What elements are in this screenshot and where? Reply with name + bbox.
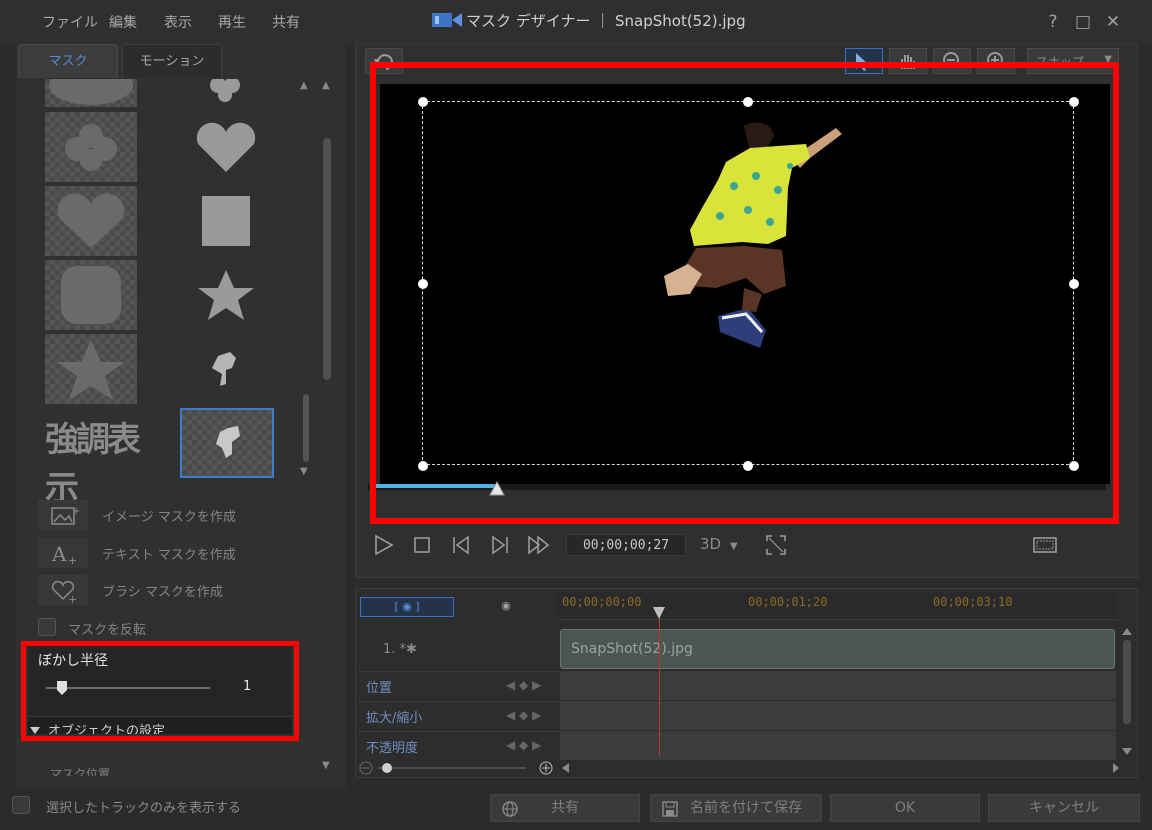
- fullscreen-button[interactable]: [763, 532, 789, 558]
- fast-forward-button[interactable]: [526, 532, 552, 558]
- mask-silhouette[interactable]: [180, 334, 272, 404]
- keyframe-nav-icon[interactable]: ◀ ◆ ▶: [506, 678, 541, 692]
- timeline-vscroll[interactable]: [1120, 626, 1134, 758]
- property-scale-track[interactable]: [560, 702, 1116, 730]
- panel-scroll-up-icon[interactable]: ▲: [322, 80, 330, 91]
- 3d-mode-button[interactable]: 3D ▼: [700, 535, 738, 553]
- share-button[interactable]: 共有: [490, 794, 640, 822]
- tab-motion[interactable]: モーション: [122, 44, 222, 78]
- invert-mask-checkbox[interactable]: [38, 618, 56, 636]
- svg-text:A: A: [51, 542, 67, 566]
- property-opacity-label: 不透明度: [366, 741, 419, 756]
- timecode-display[interactable]: 00;00;00;27: [566, 534, 686, 556]
- mask-silhouette-selected[interactable]: [180, 408, 274, 478]
- property-opacity-track[interactable]: [560, 732, 1116, 760]
- cancel-button[interactable]: キャンセル: [988, 794, 1140, 822]
- menu-share[interactable]: 共有: [272, 12, 300, 32]
- save-disk-icon: [661, 800, 679, 818]
- 3d-mode-label: 3D: [700, 535, 722, 553]
- next-frame-button[interactable]: [487, 532, 513, 558]
- timeline-ruler[interactable]: [558, 592, 1118, 620]
- scroll-up-arrow-icon[interactable]: ▲: [300, 80, 308, 91]
- mask-square[interactable]: [180, 186, 272, 256]
- create-image-mask[interactable]: + イメージ マスクを作成: [38, 500, 288, 530]
- property-position-label: 位置: [366, 681, 393, 696]
- timeline-clip[interactable]: SnapShot(52).jpg: [560, 629, 1115, 669]
- ruler-label: 00;00;00;00: [562, 595, 642, 609]
- playhead-marker[interactable]: [652, 606, 666, 620]
- save-as-button[interactable]: 名前を付けて保存: [650, 794, 822, 822]
- show-selected-tracks-label: 選択したトラックのみを表示する: [46, 801, 242, 816]
- maximize-button[interactable]: □: [1072, 12, 1094, 34]
- svg-text:+: +: [68, 593, 77, 605]
- highlight-box-blur: [21, 641, 299, 741]
- scroll-down-arrow-icon[interactable]: ▼: [300, 466, 308, 477]
- previous-frame-button[interactable]: [448, 532, 474, 558]
- playhead-line: [659, 606, 660, 756]
- timeline-zoom-slider[interactable]: [358, 760, 558, 776]
- brush-heart-icon: +: [38, 575, 88, 605]
- save-as-label: 名前を付けて保存: [690, 800, 802, 816]
- property-scale-label: 拡大/縮小: [366, 711, 423, 726]
- panel-scroll-down-icon[interactable]: ▼: [322, 760, 330, 771]
- highlight-box-preview: [370, 62, 1119, 524]
- mask-text-emphasis[interactable]: 強調表示: [45, 412, 145, 509]
- ok-button[interactable]: OK: [830, 794, 980, 822]
- timeline-view-toggle[interactable]: [ ◉ ]: [360, 597, 454, 617]
- screen-size-button[interactable]: [1032, 532, 1058, 558]
- invert-mask-label: マスクを反転: [68, 623, 147, 638]
- app-logo-icon: [432, 11, 462, 29]
- mask-rounded-square[interactable]: [45, 260, 137, 330]
- library-scrollbar[interactable]: [303, 394, 309, 462]
- globe-icon: [501, 800, 519, 818]
- create-brush-mask[interactable]: + ブラシ マスクを作成: [38, 575, 288, 605]
- chevron-down-icon: ▼: [729, 541, 738, 552]
- mask-position-label: マスク位置: [50, 767, 111, 776]
- image-add-icon: +: [38, 500, 88, 530]
- menu-view[interactable]: 表示: [164, 12, 192, 32]
- close-button[interactable]: ✕: [1102, 12, 1124, 34]
- svg-text:+: +: [68, 554, 77, 567]
- ruler-label: 00;00;01;20: [748, 595, 828, 609]
- create-text-mask[interactable]: A + テキスト マスクを作成: [38, 538, 288, 568]
- menu-file[interactable]: ファイル: [42, 12, 98, 32]
- menu-play[interactable]: 再生: [218, 12, 246, 32]
- timeline-hscroll[interactable]: [560, 760, 1120, 776]
- text-add-icon: A +: [38, 538, 88, 568]
- play-button[interactable]: [370, 532, 396, 558]
- menu-edit[interactable]: 編集: [109, 12, 137, 32]
- mask-heart[interactable]: [45, 186, 137, 256]
- keyframe-nav-icon[interactable]: ◀ ◆ ▶: [506, 738, 541, 752]
- track-name: 1. *✱: [383, 642, 417, 657]
- mask-star[interactable]: [45, 334, 137, 404]
- window-title: マスク デザイナー ｜ SnapShot(52).jpg: [466, 12, 746, 30]
- mask-heart-soft[interactable]: [180, 112, 272, 182]
- tab-mask[interactable]: マスク: [18, 44, 118, 78]
- mask-ellipse[interactable]: [45, 79, 137, 107]
- property-position-track[interactable]: [560, 672, 1116, 700]
- mask-clover-small[interactable]: [180, 79, 272, 107]
- panel-scrollbar[interactable]: [323, 138, 331, 380]
- show-selected-tracks-checkbox[interactable]: [12, 796, 30, 814]
- mask-clover[interactable]: [45, 112, 137, 182]
- svg-text:+: +: [72, 506, 80, 517]
- help-button[interactable]: ?: [1042, 12, 1064, 34]
- share-label: 共有: [551, 800, 579, 816]
- ruler-label: 00;00;03;10: [933, 595, 1013, 609]
- mask-star-soft[interactable]: [180, 260, 272, 330]
- timeline-clock-toggle[interactable]: ◉: [468, 597, 544, 617]
- stop-button[interactable]: [409, 532, 435, 558]
- keyframe-nav-icon[interactable]: ◀ ◆ ▶: [506, 708, 541, 722]
